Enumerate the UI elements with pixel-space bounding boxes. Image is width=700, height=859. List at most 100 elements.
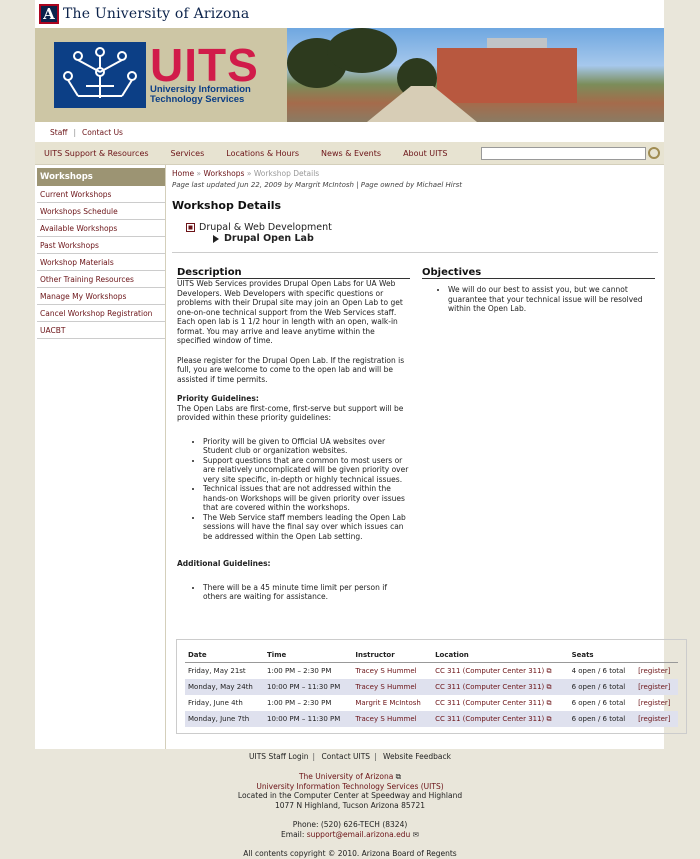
cell-instructor-link[interactable]: Tracey S Hummel xyxy=(352,679,433,695)
external-link-icon: ⧉ xyxy=(546,714,552,723)
mail-icon: ✉ xyxy=(410,829,419,839)
header-time: Time xyxy=(264,648,353,663)
list-item: Support questions that are common to mos… xyxy=(203,456,410,485)
footer-phone: Phone: (520) 626-TECH (8324) xyxy=(292,820,408,829)
arrow-right-icon xyxy=(213,234,219,243)
uits-logo-area[interactable]: UITS University Information Technology S… xyxy=(35,28,287,122)
cell-location-link[interactable]: CC 311 (Computer Center 311) ⧉ xyxy=(432,663,569,680)
location-text[interactable]: CC 311 (Computer Center 311) xyxy=(435,667,544,675)
cell-location-link[interactable]: CC 311 (Computer Center 311) ⧉ xyxy=(432,711,569,727)
sidebar: Workshops Current Workshops Workshops Sc… xyxy=(35,165,166,749)
subcategory-row: Drupal Open Lab xyxy=(212,233,664,244)
location-text[interactable]: CC 311 (Computer Center 311) xyxy=(435,683,544,691)
search-input[interactable] xyxy=(481,146,646,160)
sidebar-item-available-workshops[interactable]: Available Workshops xyxy=(37,220,165,237)
sidebar-item-manage-workshops[interactable]: Manage My Workshops xyxy=(37,288,165,305)
location-text[interactable]: CC 311 (Computer Center 311) xyxy=(435,699,544,707)
utility-links: Staff | Contact Us xyxy=(35,122,664,142)
sidebar-item-uacbt[interactable]: UACBT xyxy=(37,322,165,339)
breadcrumb-sep: » xyxy=(196,169,202,178)
table-row: Monday, June 7th 10:00 PM – 11:30 PM Tra… xyxy=(185,711,678,727)
staff-link[interactable]: Staff xyxy=(44,128,73,137)
description-column: Description UITS Web Services provides D… xyxy=(177,267,410,602)
additional-list: There will be a 45 minute time limit per… xyxy=(203,583,410,602)
breadcrumb-current: Workshop Details xyxy=(253,169,320,178)
cell-date: Friday, May 21st xyxy=(188,667,246,675)
footer-uits-link[interactable]: University Information Technology Servic… xyxy=(0,782,700,792)
cell-location-link[interactable]: CC 311 (Computer Center 311) ⧉ xyxy=(432,679,569,695)
external-link-icon: ⧉ xyxy=(546,682,552,691)
cell-instructor-link[interactable]: Tracey S Hummel xyxy=(352,711,433,727)
breadcrumb-home[interactable]: Home xyxy=(172,169,194,178)
objectives-heading: Objectives xyxy=(422,267,655,279)
university-topbar: A The University of Arizona xyxy=(35,0,664,28)
footer-address: 1077 N Highland, Tucson Arizona 85721 xyxy=(274,800,426,810)
search-icon[interactable] xyxy=(648,147,660,159)
register-link[interactable]: [register] xyxy=(635,695,678,711)
external-link-icon: ⧉ xyxy=(546,698,552,707)
schedule-table-box: Date Time Instructor Location Seats Frid… xyxy=(176,639,687,734)
cell-time: 1:00 PM – 2:30 PM xyxy=(267,699,332,707)
footer-email-link[interactable]: support@email.arizona.edu xyxy=(307,830,411,839)
main-nav: UITS Support & Resources Services Locati… xyxy=(35,142,664,165)
nav-services[interactable]: Services xyxy=(171,149,205,158)
list-item: There will be a 45 minute time limit per… xyxy=(203,583,410,602)
nav-support-resources[interactable]: UITS Support & Resources xyxy=(44,149,149,158)
sidebar-item-past-workshops[interactable]: Past Workshops xyxy=(37,237,165,254)
category-icon xyxy=(186,223,195,232)
register-link[interactable]: [register] xyxy=(635,679,678,695)
header-instructor: Instructor xyxy=(352,648,433,663)
footer-copyright: All contents copyright © 2010. Arizona B… xyxy=(243,849,457,858)
university-logo[interactable]: A The University of Arizona xyxy=(39,4,249,24)
register-link[interactable]: [register] xyxy=(635,711,678,727)
sidebar-item-workshop-materials[interactable]: Workshop Materials xyxy=(37,254,165,271)
search-area xyxy=(481,146,660,160)
category-label[interactable]: Drupal & Web Development xyxy=(199,222,332,233)
ua-a-icon: A xyxy=(39,4,59,24)
footer-contact-link[interactable]: Contact UITS xyxy=(321,752,370,761)
main-content: Home » Workshops » Workshop Details Page… xyxy=(166,165,687,749)
subcategory-label: Drupal Open Lab xyxy=(224,233,314,244)
cell-date: Friday, June 4th xyxy=(188,699,243,707)
sidebar-title[interactable]: Workshops xyxy=(37,168,165,186)
uits-subtitle-line2: Technology Services xyxy=(150,94,245,105)
cell-instructor-link[interactable]: Tracey S Hummel xyxy=(352,663,432,680)
nav-news-events[interactable]: News & Events xyxy=(321,149,381,158)
footer-ua-link[interactable]: The University of Arizona xyxy=(299,772,393,781)
location-text[interactable]: CC 311 (Computer Center 311) xyxy=(435,715,544,723)
cell-date: Monday, June 7th xyxy=(185,711,265,727)
sidebar-item-workshops-schedule[interactable]: Workshops Schedule xyxy=(37,203,165,220)
description-heading: Description xyxy=(177,267,410,279)
uits-banner: UITS University Information Technology S… xyxy=(35,28,664,122)
cell-seats: 6 open / 6 total xyxy=(571,699,626,707)
sidebar-item-current-workshops[interactable]: Current Workshops xyxy=(37,186,165,203)
breadcrumb-sep: » xyxy=(246,169,252,178)
breadcrumb-workshops[interactable]: Workshops xyxy=(204,169,245,178)
page-updated-info: Page last updated Jun 22, 2009 by Margri… xyxy=(172,181,463,189)
footer-links: UITS Staff Login | Contact UITS | Website … xyxy=(249,752,451,761)
cell-date: Monday, May 24th xyxy=(185,679,265,695)
cell-location-link[interactable]: CC 311 (Computer Center 311) ⧉ xyxy=(432,695,569,711)
nav-about-uits[interactable]: About UITS xyxy=(403,149,447,158)
register-link[interactable]: [register] xyxy=(635,663,678,680)
list-item: The Web Service staff members leading th… xyxy=(203,513,410,542)
nav-locations-hours[interactable]: Locations & Hours xyxy=(226,149,299,158)
header-seats: Seats xyxy=(568,648,636,663)
objectives-list: We will do our best to assist you, but w… xyxy=(448,285,655,314)
cell-instructor-link[interactable]: Margrit E McIntosh xyxy=(352,695,432,711)
footer-email-label: Email: xyxy=(281,829,305,839)
sidebar-item-other-training[interactable]: Other Training Resources xyxy=(37,271,165,288)
description-paragraph-2: Please register for the Drupal Open Lab.… xyxy=(177,355,405,384)
additional-heading: Additional Guidelines: xyxy=(177,559,271,568)
header-date: Date xyxy=(185,648,265,663)
cell-time: 10:00 PM – 11:30 PM xyxy=(264,679,353,695)
contact-us-link[interactable]: Contact Us xyxy=(76,128,129,137)
external-link-icon: ⧉ xyxy=(546,666,552,675)
priority-heading: Priority Guidelines: xyxy=(177,394,259,403)
sidebar-item-cancel-registration[interactable]: Cancel Workshop Registration xyxy=(37,305,165,322)
footer-feedback-link[interactable]: Website Feedback xyxy=(383,752,451,761)
cell-time: 10:00 PM – 11:30 PM xyxy=(264,711,353,727)
list-item: Technical issues that are not addressed … xyxy=(203,484,410,513)
category-row: Drupal & Web Development xyxy=(186,222,664,233)
footer-staff-login-link[interactable]: UITS Staff Login xyxy=(249,752,309,761)
